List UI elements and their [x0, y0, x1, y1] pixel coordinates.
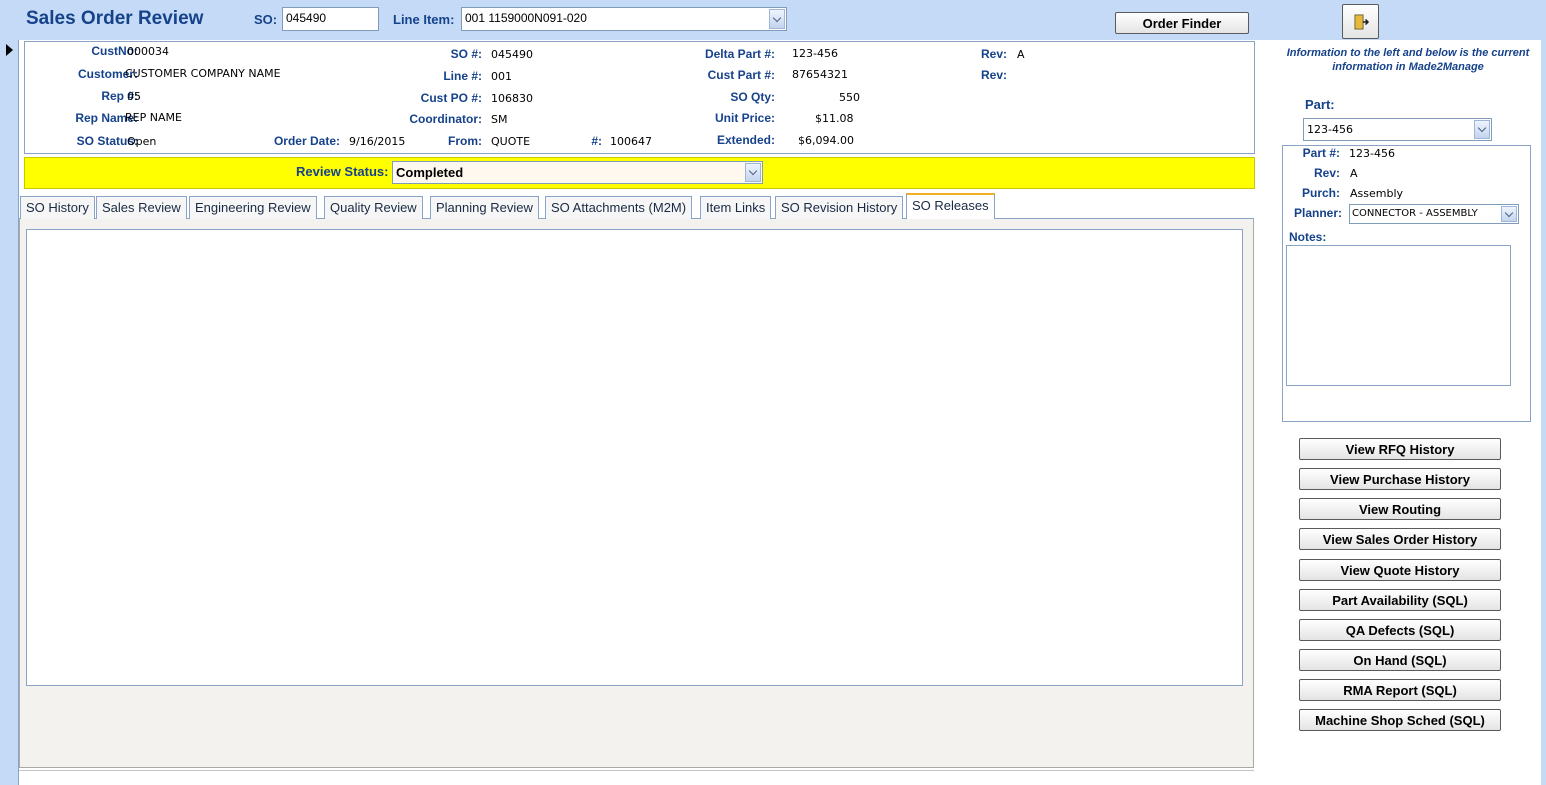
tab-so-revision-history[interactable]: SO Revision History [775, 196, 904, 219]
planner-value: CONNECTOR - ASSEMBLY [1352, 208, 1478, 219]
extended-value: $6,094.00 [798, 134, 854, 147]
divider [19, 770, 1254, 771]
chevron-down-icon[interactable] [769, 9, 785, 29]
on-hand-button[interactable]: On Hand (SQL) [1299, 649, 1501, 671]
notes-textarea[interactable] [1286, 245, 1511, 386]
so-qty-value: 550 [839, 91, 860, 104]
cust-part-value: 87654321 [792, 68, 848, 81]
tab-so-releases[interactable]: SO Releases [906, 193, 995, 219]
part-num-value: 123-456 [1349, 147, 1395, 160]
rev-value: A [1017, 48, 1025, 61]
line-item-combo[interactable]: 001 1159000N091-020 [461, 7, 787, 31]
so-qty-label: SO Qty: [730, 90, 775, 104]
tab-sales-review[interactable]: Sales Review [96, 196, 187, 219]
so-input[interactable]: 045490 [282, 7, 379, 31]
part-label: Part: [1305, 97, 1335, 112]
view-quote-history-button[interactable]: View Quote History [1299, 559, 1501, 581]
extended-label: Extended: [716, 133, 775, 147]
chevron-down-icon[interactable] [1474, 120, 1490, 139]
view-rfq-history-button[interactable]: View RFQ History [1299, 438, 1501, 460]
info-note: Information to the left and below is the… [1286, 47, 1530, 73]
cust-po-label: Cust PO #: [420, 91, 482, 105]
rep-value: 05 [127, 90, 141, 103]
exit-button[interactable] [1342, 4, 1379, 39]
tab-planning-review[interactable]: Planning Review [430, 196, 539, 219]
right-edge-strip [1541, 40, 1546, 785]
from-num-value: 100647 [610, 135, 652, 148]
unit-price-value: $11.08 [815, 112, 854, 125]
so-status-value: Open [127, 135, 157, 148]
cust-part-label: Cust Part #: [707, 68, 775, 82]
view-purchase-history-button[interactable]: View Purchase History [1299, 468, 1501, 490]
delta-part-value: 123-456 [792, 47, 838, 60]
chevron-down-icon[interactable] [745, 163, 761, 182]
part-combo[interactable]: 123-456 [1303, 118, 1492, 141]
line-item-label: Line Item: [393, 12, 455, 27]
notes-label: Notes: [1289, 230, 1327, 244]
cust-po-value: 106830 [491, 92, 533, 105]
record-selector-strip [0, 40, 19, 785]
order-info-panel: CustNo: 000034 Customer: CUSTOMER COMPAN… [24, 41, 1255, 154]
from-value: QUOTE [491, 135, 531, 148]
page-title: Sales Order Review [26, 8, 204, 29]
so-num-value: 045490 [491, 48, 533, 61]
from-label: From: [448, 134, 482, 148]
order-date-label: Order Date: [273, 134, 340, 148]
tab-engineering-review[interactable]: Engineering Review [189, 196, 317, 219]
line-num-label: Line #: [443, 69, 482, 83]
line-item-value: 001 1159000N091-020 [465, 11, 587, 25]
rep-name-value: REP NAME [125, 111, 182, 124]
so-label: SO: [254, 12, 278, 27]
tab-so-attachments[interactable]: SO Attachments (M2M) [545, 196, 693, 219]
purch-value: Assembly [1350, 187, 1404, 200]
purch-label: Purch: [1301, 186, 1340, 200]
rma-report-button[interactable]: RMA Report (SQL) [1299, 679, 1501, 701]
unit-price-label: Unit Price: [714, 111, 775, 125]
review-status-label: Review Status: [296, 164, 389, 179]
coordinator-value: SM [491, 113, 508, 126]
planner-label: Planner: [1293, 206, 1342, 220]
order-date-value: 9/16/2015 [349, 135, 406, 148]
part-combo-value: 123-456 [1307, 123, 1353, 136]
exit-door-icon [1354, 14, 1369, 29]
tab-item-links[interactable]: Item Links [700, 196, 772, 219]
line-num-value: 001 [491, 70, 512, 83]
custno-value: 000034 [127, 45, 169, 58]
so-releases-subform[interactable] [26, 229, 1243, 686]
current-record-icon [6, 44, 13, 56]
from-num-label: #: [591, 134, 602, 148]
delta-part-label: Delta Part #: [704, 47, 775, 61]
part-rev-label: Rev: [1313, 166, 1340, 180]
coordinator-label: Coordinator: [409, 112, 482, 126]
order-finder-button[interactable]: Order Finder [1115, 12, 1249, 34]
part-num-label: Part #: [1302, 146, 1340, 160]
part-availability-button[interactable]: Part Availability (SQL) [1299, 589, 1501, 611]
review-status-value: Completed [396, 165, 464, 180]
rev-label-2: Rev: [980, 68, 1007, 82]
rev-label: Rev: [980, 47, 1007, 61]
tab-quality-review[interactable]: Quality Review [324, 196, 423, 219]
chevron-down-icon[interactable] [1501, 206, 1517, 222]
machine-shop-sched-button[interactable]: Machine Shop Sched (SQL) [1299, 709, 1501, 731]
customer-value: CUSTOMER COMPANY NAME [125, 67, 281, 80]
tab-so-history[interactable]: SO History [20, 196, 95, 219]
so-num-label: SO #: [450, 47, 482, 61]
planner-combo[interactable]: CONNECTOR - ASSEMBLY [1349, 204, 1519, 224]
review-status-combo[interactable]: Completed [392, 161, 763, 184]
part-rev-value: A [1350, 167, 1358, 180]
view-sales-order-history-button[interactable]: View Sales Order History [1299, 528, 1501, 550]
view-routing-button[interactable]: View Routing [1299, 498, 1501, 520]
so-input-value: 045490 [286, 11, 327, 25]
qa-defects-button[interactable]: QA Defects (SQL) [1299, 619, 1501, 641]
